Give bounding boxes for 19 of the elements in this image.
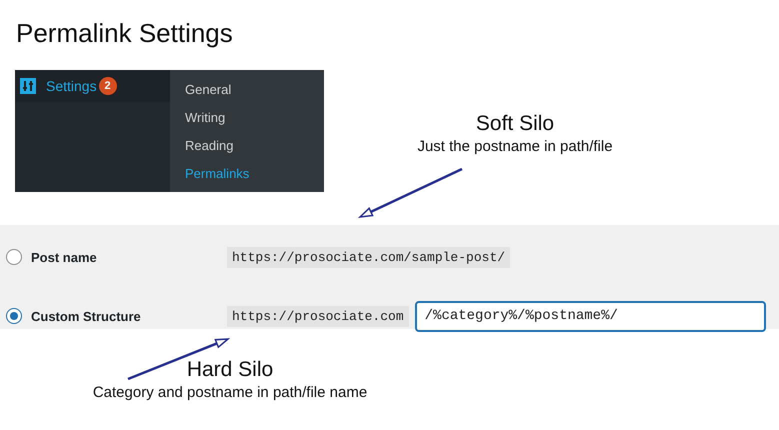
- submenu-item[interactable]: Reading: [170, 135, 234, 163]
- submenu-item[interactable]: General: [170, 79, 232, 107]
- annotation-caption: Category and postname in path/file name: [92, 383, 368, 403]
- url-example: https://prosociate.com/sample-post/: [227, 246, 510, 268]
- annotation-caption: Just the postname in path/file: [416, 137, 614, 157]
- url-example: https://prosociate.com: [227, 306, 409, 326]
- radio-button[interactable]: [6, 249, 22, 265]
- page-title: Permalink Settings: [15, 17, 234, 49]
- notification-badge: 2: [98, 77, 117, 95]
- structure-field[interactable]: /%category%/%postname%/: [414, 300, 766, 332]
- radio-button[interactable]: [6, 308, 22, 324]
- option-label: Custom Structure: [31, 308, 141, 324]
- sliders-icon: [20, 78, 36, 94]
- annotation-heading: Soft Silo: [476, 111, 554, 137]
- submenu-item[interactable]: Writing: [170, 107, 226, 135]
- submenu-item[interactable]: Permalinks: [170, 163, 250, 191]
- option-label: Post name: [31, 250, 97, 264]
- annotation-heading: Hard Silo: [186, 357, 274, 383]
- settings-menu-item[interactable]: Settings 2: [15, 70, 170, 102]
